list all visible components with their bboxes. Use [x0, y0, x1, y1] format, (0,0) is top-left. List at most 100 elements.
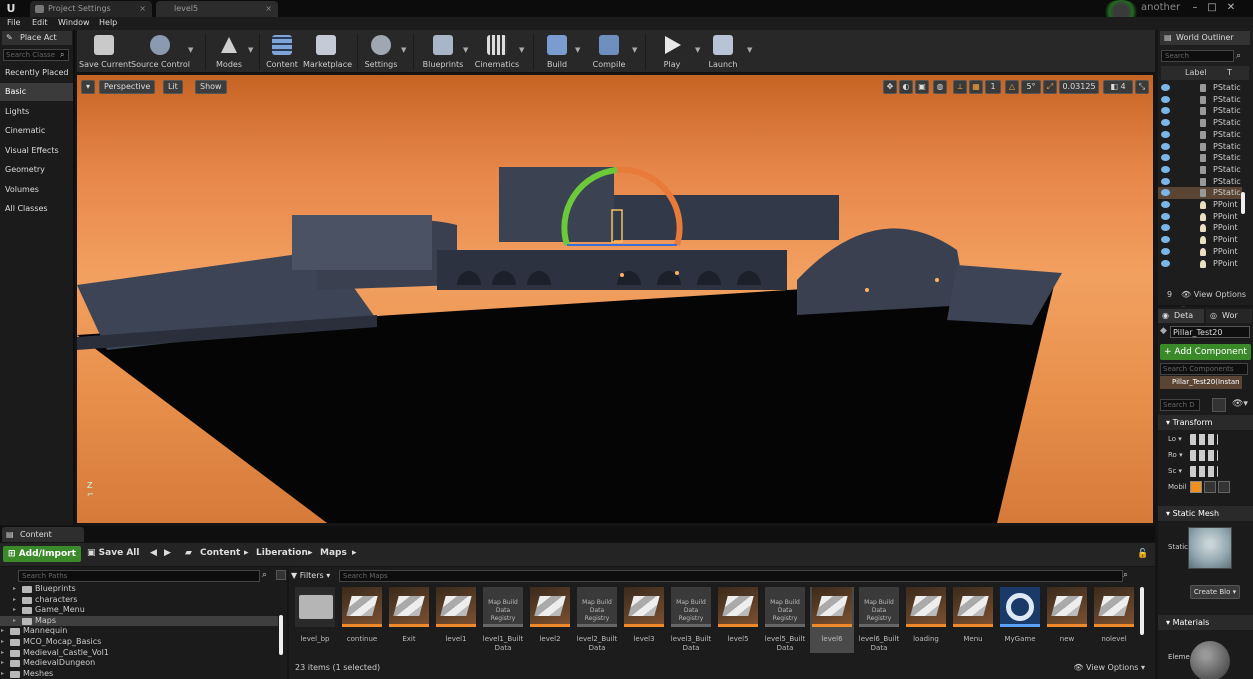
folder-tree-item[interactable]: ▸ Game_Menu — [0, 605, 278, 616]
lit-button[interactable]: Lit — [163, 80, 183, 94]
visibility-eye-icon[interactable] — [1161, 119, 1170, 127]
close-window-icon[interactable]: ✕ — [1222, 0, 1240, 16]
lock-icon[interactable]: 🔓 — [1137, 549, 1148, 559]
build-button[interactable]: Build ▼ — [539, 32, 580, 72]
minimize-icon[interactable]: – — [1186, 0, 1204, 16]
perspective-button[interactable]: Perspective — [99, 80, 156, 94]
world-local-icon[interactable]: ◍ — [933, 80, 947, 94]
cinematics-button[interactable]: Cinematics ▼ — [473, 32, 524, 72]
compile-button[interactable]: Compile ▼ — [589, 32, 637, 72]
visibility-eye-icon[interactable] — [1161, 236, 1170, 244]
dropdown-arrow-icon[interactable]: ▼ — [401, 46, 406, 54]
expand-arrow-icon[interactable]: ▸ — [1, 637, 4, 647]
grid-snap-value[interactable]: 1 — [985, 80, 1001, 94]
dropdown-arrow-icon[interactable]: ▼ — [519, 46, 524, 54]
visibility-eye-icon[interactable] — [1161, 177, 1170, 185]
menu-edit[interactable]: Edit — [32, 18, 48, 27]
folder-tree-item[interactable]: ▸ MCO_Mocap_Basics — [0, 637, 278, 648]
play-button[interactable]: Play ▼ — [653, 32, 700, 72]
visibility-eye-icon[interactable] — [1161, 189, 1170, 197]
asset-tile[interactable]: level6 — [810, 587, 854, 653]
category-basic[interactable]: Basic — [0, 83, 73, 101]
translate-icon[interactable]: ✥ — [883, 80, 897, 94]
scale-icon[interactable]: ▣ — [915, 80, 929, 94]
asset-tile[interactable]: loading — [904, 587, 948, 653]
visibility-eye-icon[interactable] — [1161, 212, 1170, 220]
dropdown-arrow-icon[interactable]: ▼ — [575, 46, 580, 54]
asset-tile[interactable]: Exit — [387, 587, 431, 653]
actor-name-field[interactable]: Pillar_Test20 — [1170, 326, 1250, 338]
mobility-movable-toggle[interactable] — [1218, 481, 1230, 493]
folder-tree-item[interactable]: ▸ characters — [0, 595, 278, 606]
asset-tile[interactable]: level_bp — [293, 587, 337, 653]
outliner-row[interactable]: PStatic — [1158, 105, 1242, 117]
scale-snap-value[interactable]: 0.03125 — [1059, 80, 1099, 94]
scale-snap-icon[interactable]: ⤢ — [1043, 80, 1057, 94]
tab-project-settings[interactable]: Project Settings × — [30, 1, 152, 17]
modes-button[interactable]: Modes ▼ — [211, 32, 253, 72]
paths-scrollbar[interactable] — [279, 615, 283, 655]
rotation-snap-value[interactable]: 5° — [1021, 80, 1041, 94]
dropdown-arrow-icon[interactable]: ▼ — [632, 46, 637, 54]
outliner-row[interactable]: PPoint — [1158, 222, 1242, 234]
asset-tile[interactable]: continue — [340, 587, 384, 653]
dropdown-arrow-icon[interactable]: ▼ — [695, 46, 700, 54]
asset-scrollbar[interactable] — [1140, 587, 1144, 635]
category-all-classes[interactable]: All Classes — [0, 200, 73, 218]
material-thumbnail[interactable] — [1190, 641, 1230, 679]
outliner-row[interactable]: PPoint — [1158, 258, 1242, 270]
create-blueprint-button[interactable]: Create Blo ▾ — [1190, 585, 1240, 599]
source-control-button[interactable]: Source Control ▼ — [131, 32, 193, 72]
rotation-snap-icon[interactable]: △ — [1005, 80, 1019, 94]
dropdown-arrow-icon[interactable]: ▼ — [463, 46, 468, 54]
filters-button[interactable]: ▼ Filters ▾ — [291, 569, 335, 583]
outliner-row[interactable]: PStatic — [1158, 94, 1242, 106]
outliner-row[interactable]: PStatic — [1158, 117, 1242, 129]
save-current-button[interactable]: Save Current — [79, 32, 131, 72]
component-row[interactable]: Pillar_Test20(Instan — [1160, 376, 1242, 389]
viewport-options-icon[interactable]: ▾ — [81, 80, 95, 94]
outliner-row[interactable]: PPoint — [1158, 246, 1242, 258]
component-search-input[interactable]: Search Components — [1160, 363, 1248, 375]
breadcrumb-liberation[interactable]: Liberation — [256, 548, 308, 558]
expand-arrow-icon[interactable]: ▸ — [13, 605, 16, 615]
camera-speed-button[interactable]: ◧ 4 — [1103, 80, 1133, 94]
visibility-eye-icon[interactable] — [1161, 224, 1170, 232]
content-button[interactable]: Content — [265, 32, 299, 72]
outliner-row[interactable]: PPoint — [1158, 199, 1242, 211]
visibility-eye-icon[interactable] — [1161, 142, 1170, 150]
outliner-row[interactable]: PPoint — [1158, 211, 1242, 223]
level-viewport[interactable]: ▾ Perspective Lit Show ✥ ◐ ▣ ◍ ⟂ ▦ 1 △ 5… — [77, 75, 1153, 523]
visibility-eye-icon[interactable] — [1161, 154, 1170, 162]
tab-level5[interactable]: level5 × — [156, 1, 278, 17]
details-search-input[interactable]: Search D — [1160, 399, 1200, 411]
grid-snap-icon[interactable]: ▦ — [969, 80, 983, 94]
maximize-icon[interactable]: □ — [1203, 0, 1221, 16]
visibility-eye-icon[interactable] — [1161, 130, 1170, 138]
materials-section[interactable]: ▾ Materials — [1158, 615, 1253, 630]
outliner-search-input[interactable]: Search — [1161, 50, 1234, 62]
expand-arrow-icon[interactable]: ▸ — [1, 669, 4, 679]
forward-icon[interactable]: ▶ — [164, 548, 171, 558]
column-label[interactable]: Label — [1185, 66, 1207, 80]
maximize-viewport-icon[interactable]: ⤡ — [1135, 80, 1149, 94]
static-mesh-thumbnail[interactable] — [1188, 527, 1232, 569]
category-lights[interactable]: Lights — [0, 103, 73, 121]
content-browser-tab[interactable]: ▤ Content Browser — [2, 527, 84, 554]
add-component-button[interactable]: + Add Component ▾ — [1160, 344, 1251, 373]
place-actors-tab[interactable]: ✎ Place Act — [2, 31, 72, 45]
world-outliner-tab[interactable]: ▤ World Outliner — [1160, 31, 1250, 45]
breadcrumb-maps[interactable]: Maps — [320, 548, 347, 558]
asset-tile[interactable]: Map Build Data Registry level1_Built Data — [481, 587, 525, 653]
visibility-eye-icon[interactable] — [1161, 84, 1170, 91]
category-geometry[interactable]: Geometry — [0, 161, 73, 179]
folder-tree-item[interactable]: ▸ Medieval_Castle_Vol1 — [0, 648, 278, 659]
show-button[interactable]: Show — [195, 80, 227, 94]
menu-file[interactable]: File — [7, 18, 20, 27]
menu-help[interactable]: Help — [99, 18, 117, 27]
outliner-row[interactable]: PStatic — [1158, 187, 1242, 199]
category-cinematic[interactable]: Cinematic — [0, 122, 73, 140]
world-settings-tab[interactable]: ◎ Wor — [1206, 309, 1252, 323]
asset-tile[interactable]: level2 — [528, 587, 572, 653]
folder-tree-item[interactable]: ▸ Blueprints — [0, 584, 278, 595]
